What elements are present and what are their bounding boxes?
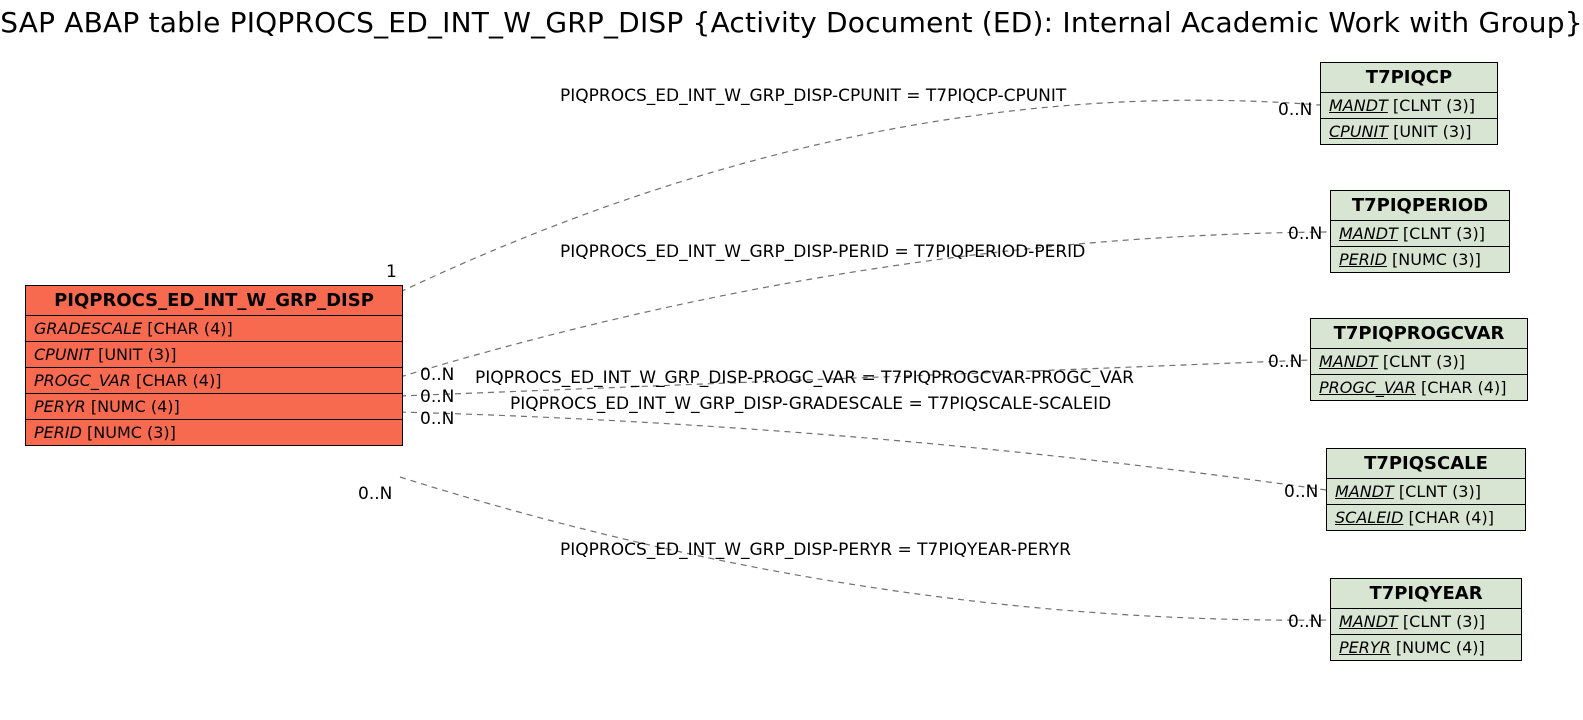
relation-label: PIQPROCS_ED_INT_W_GRP_DISP-PERYR = T7PIQ…: [560, 540, 1071, 560]
entity-field: MANDT [CLNT (3)]: [1311, 349, 1527, 375]
entity-field: SCALEID [CHAR (4)]: [1327, 505, 1525, 530]
cardinality-target: 0..N: [1268, 352, 1302, 372]
entity-name: T7PIQCP: [1321, 63, 1497, 93]
entity-name: T7PIQPROGCVAR: [1311, 319, 1527, 349]
entity-t7piqscale: T7PIQSCALE MANDT [CLNT (3)] SCALEID [CHA…: [1326, 448, 1526, 531]
entity-name: T7PIQPERIOD: [1331, 191, 1509, 221]
entity-source: PIQPROCS_ED_INT_W_GRP_DISP GRADESCALE [C…: [25, 285, 403, 446]
cardinality-source: 0..N: [420, 409, 454, 429]
entity-field: PERID [NUMC (3)]: [1331, 247, 1509, 272]
entity-t7piqperiod: T7PIQPERIOD MANDT [CLNT (3)] PERID [NUMC…: [1330, 190, 1510, 273]
relation-label: PIQPROCS_ED_INT_W_GRP_DISP-PROGC_VAR = T…: [475, 368, 1134, 388]
cardinality-target: 0..N: [1288, 612, 1322, 632]
entity-field: MANDT [CLNT (3)]: [1321, 93, 1497, 119]
entity-t7piqcp: T7PIQCP MANDT [CLNT (3)] CPUNIT [UNIT (3…: [1320, 62, 1498, 145]
cardinality-source: 0..N: [420, 365, 454, 385]
entity-t7piqyear: T7PIQYEAR MANDT [CLNT (3)] PERYR [NUMC (…: [1330, 578, 1522, 661]
cardinality-target: 0..N: [1284, 482, 1318, 502]
entity-field: PROGC_VAR [CHAR (4)]: [1311, 375, 1527, 400]
entity-name: T7PIQYEAR: [1331, 579, 1521, 609]
entity-field: MANDT [CLNT (3)]: [1331, 609, 1521, 635]
entity-source-field: GRADESCALE [CHAR (4)]: [26, 316, 402, 342]
entity-field: MANDT [CLNT (3)]: [1327, 479, 1525, 505]
entity-source-name: PIQPROCS_ED_INT_W_GRP_DISP: [26, 286, 402, 316]
cardinality-target: 0..N: [1278, 100, 1312, 120]
cardinality-source: 1: [386, 262, 397, 282]
entity-source-field: CPUNIT [UNIT (3)]: [26, 342, 402, 368]
entity-name: T7PIQSCALE: [1327, 449, 1525, 479]
entity-field: CPUNIT [UNIT (3)]: [1321, 119, 1497, 144]
cardinality-source: 0..N: [358, 484, 392, 504]
entity-source-field: PERYR [NUMC (4)]: [26, 394, 402, 420]
entity-source-field: PROGC_VAR [CHAR (4)]: [26, 368, 402, 394]
cardinality-target: 0..N: [1288, 224, 1322, 244]
relation-label: PIQPROCS_ED_INT_W_GRP_DISP-GRADESCALE = …: [510, 394, 1111, 414]
entity-t7piqprogcvar: T7PIQPROGCVAR MANDT [CLNT (3)] PROGC_VAR…: [1310, 318, 1528, 401]
relation-label: PIQPROCS_ED_INT_W_GRP_DISP-PERID = T7PIQ…: [560, 242, 1085, 262]
entity-source-field: PERID [NUMC (3)]: [26, 420, 402, 445]
diagram-stage: SAP ABAP table PIQPROCS_ED_INT_W_GRP_DIS…: [0, 0, 1583, 720]
relation-label: PIQPROCS_ED_INT_W_GRP_DISP-CPUNIT = T7PI…: [560, 86, 1066, 106]
entity-field: MANDT [CLNT (3)]: [1331, 221, 1509, 247]
entity-field: PERYR [NUMC (4)]: [1331, 635, 1521, 660]
cardinality-source: 0..N: [420, 387, 454, 407]
page-title: SAP ABAP table PIQPROCS_ED_INT_W_GRP_DIS…: [0, 6, 1583, 39]
